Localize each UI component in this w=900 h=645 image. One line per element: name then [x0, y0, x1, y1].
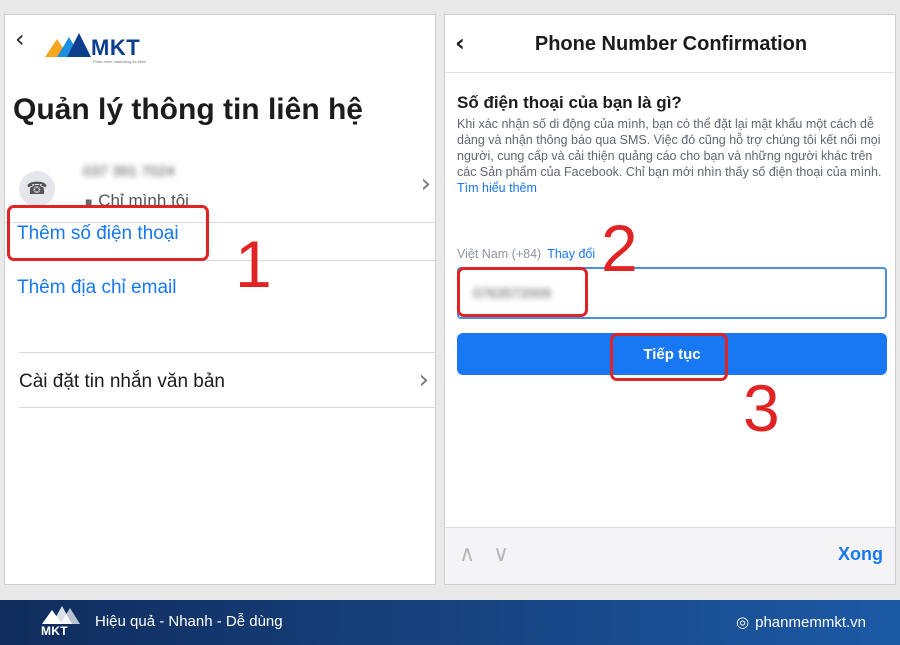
mkt-logo-icon: [45, 33, 91, 57]
website-text: phanmemmkt.vn: [755, 614, 866, 631]
website: ◎ phanmemmkt.vn: [736, 613, 866, 631]
done-button[interactable]: Xong: [838, 544, 883, 565]
screen-title: Phone Number Confirmation: [534, 33, 808, 55]
chevron-left-icon[interactable]: ‹: [15, 25, 25, 53]
footer-logo-icon: [42, 606, 80, 624]
step-number-3: 3: [743, 371, 780, 445]
phone-number-blurred: 037 391 7024: [83, 163, 175, 180]
add-email-link[interactable]: Thêm địa chỉ email: [17, 277, 176, 299]
footer-logo: MKT: [40, 604, 80, 642]
chevron-down-icon[interactable]: ∨: [493, 542, 509, 567]
keyboard-toolbar: ∧ ∨ Xong: [445, 527, 895, 584]
country-code: Việt Nam (+84): [457, 247, 542, 261]
phone-icon: ☎: [19, 171, 55, 207]
description-body: Khi xác nhận số di động của mình, bạn có…: [457, 117, 882, 179]
chevron-right-icon: ›: [420, 169, 431, 199]
change-country-link[interactable]: Thay đổi: [547, 247, 595, 261]
learn-more-link[interactable]: Tìm hiểu thêm: [457, 181, 537, 195]
country-row: Việt Nam (+84) Thay đổi: [457, 247, 595, 261]
slogan: Hiệu quả - Nhanh - Dễ dùng: [95, 613, 283, 630]
logo-text: MKT: [91, 35, 141, 60]
highlight-add-phone: [7, 205, 209, 261]
step-number-1: 1: [235, 227, 272, 301]
chevron-up-icon[interactable]: ∧: [459, 542, 475, 567]
logo-tagline: Phần mềm marketing đa kênh: [93, 59, 147, 64]
divider: [19, 407, 435, 408]
divider: [19, 352, 435, 353]
contact-info-screen: ‹ MKT Phần mềm marketing đa kênh Quản lý…: [4, 14, 436, 585]
step-number-2: 2: [601, 211, 638, 285]
footer-banner: MKT Hiệu quả - Nhanh - Dễ dùng ◎ phanmemm…: [0, 600, 900, 645]
chevron-right-icon[interactable]: ›: [419, 365, 429, 395]
mkt-logo: MKT Phần mềm marketing đa kênh: [43, 29, 193, 69]
phone-confirmation-screen: ‹ Phone Number Confirmation Số điện thoạ…: [444, 14, 896, 585]
top-bar: ‹ Phone Number Confirmation: [445, 15, 895, 73]
highlight-phone-input: [457, 267, 588, 317]
highlight-continue-button: [610, 333, 728, 381]
page-title: Quản lý thông tin liên hệ: [13, 93, 363, 126]
tutorial-image: ‹ MKT Phần mềm marketing đa kênh Quản lý…: [0, 0, 900, 645]
footer-logo-text: MKT: [41, 624, 68, 638]
sms-settings-item[interactable]: Cài đặt tin nhắn văn bản: [19, 371, 225, 393]
globe-icon: ◎: [736, 613, 750, 631]
question-heading: Số điện thoại của bạn là gì?: [457, 93, 682, 112]
description-text: Khi xác nhận số di động của mình, bạn có…: [457, 116, 889, 196]
